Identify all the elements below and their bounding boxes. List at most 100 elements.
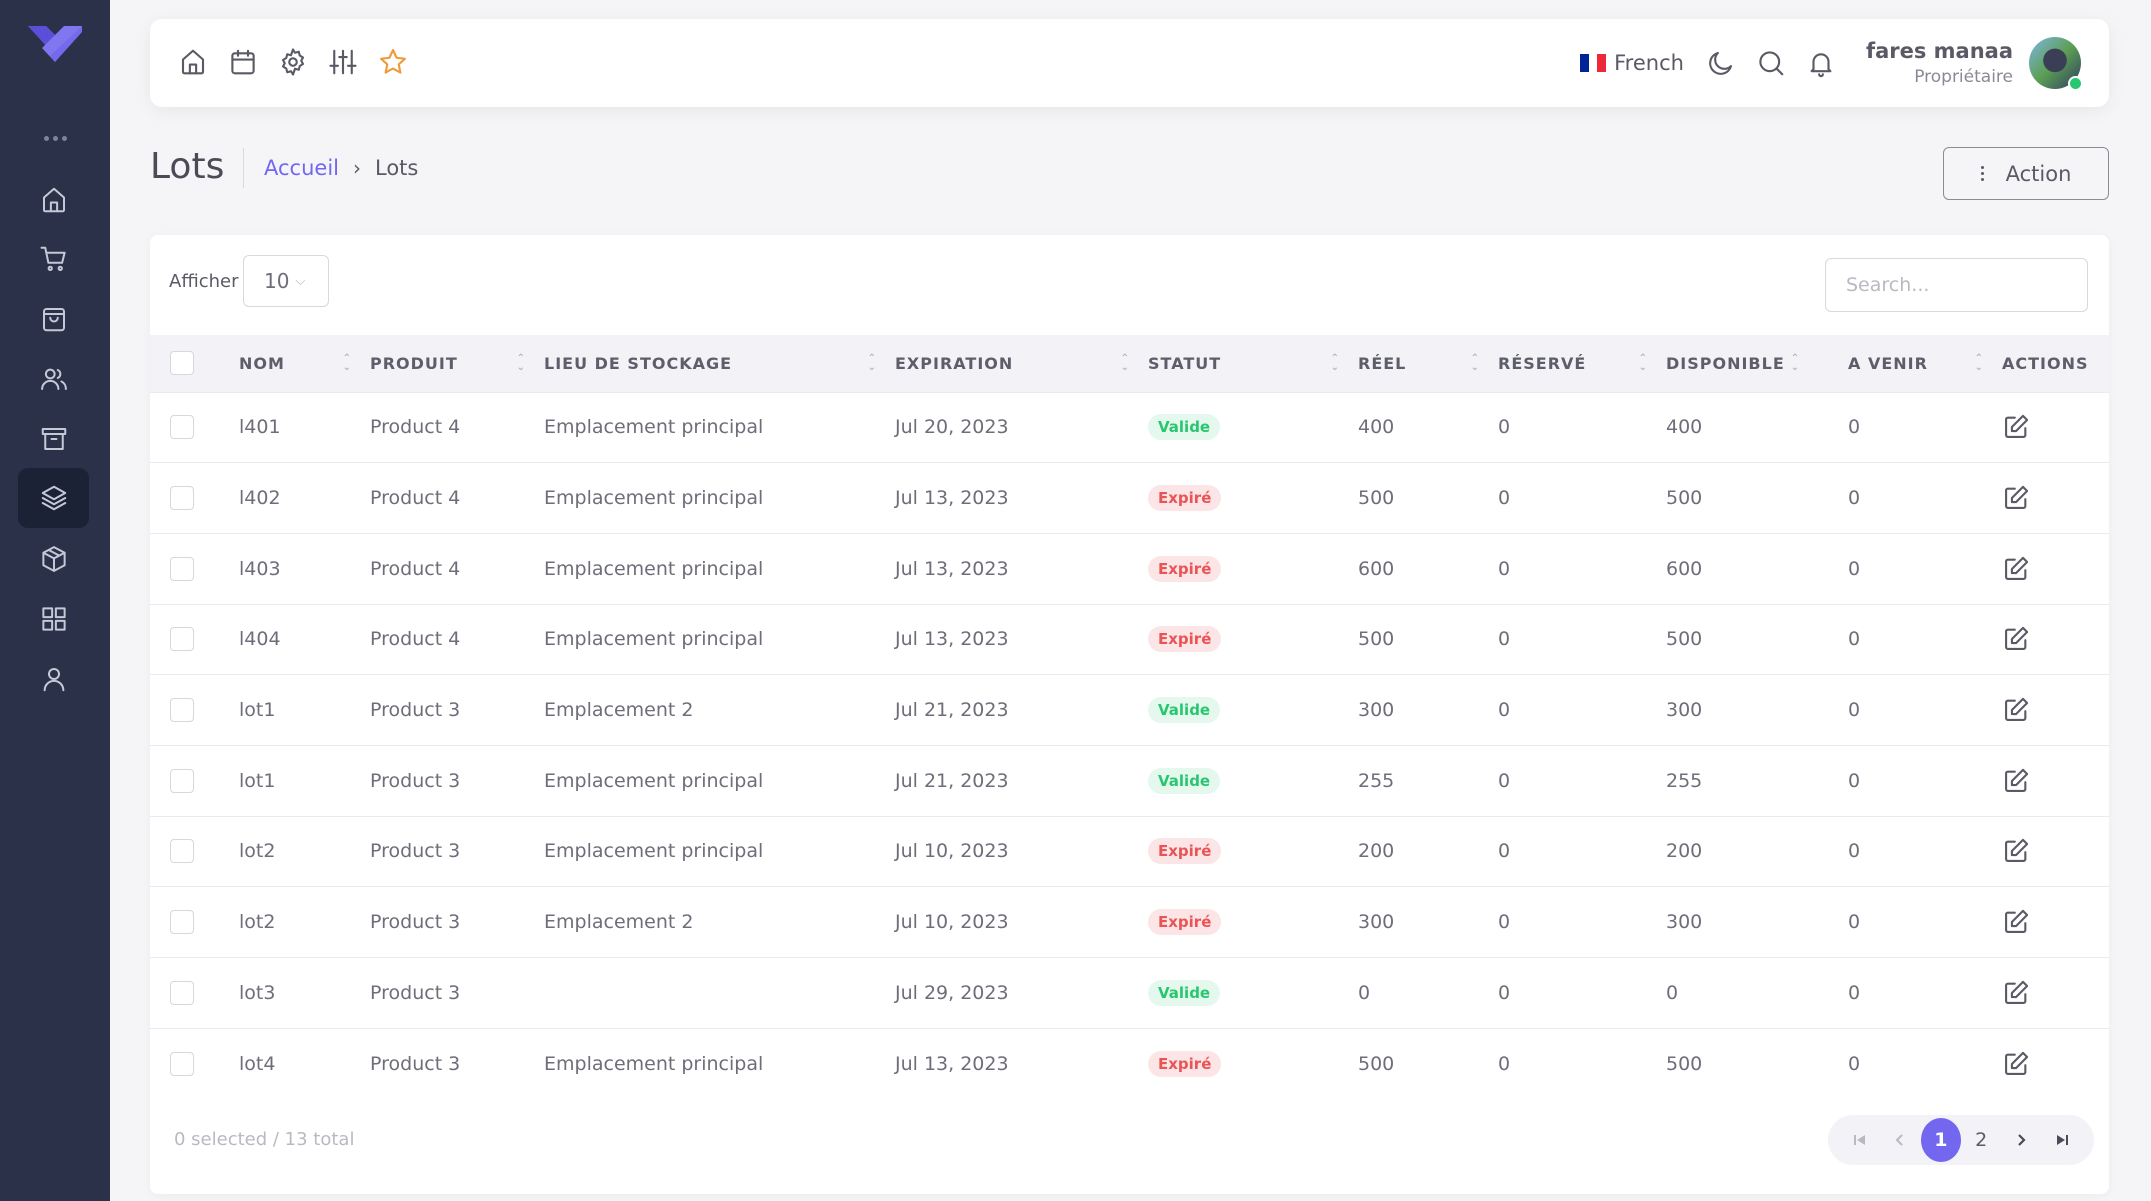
cell-produit: Product 4 [370, 463, 544, 534]
sidebar-item-shopping-bag[interactable] [18, 289, 89, 349]
sidebar-item-users[interactable] [18, 349, 89, 409]
edit-icon[interactable] [2002, 413, 2030, 441]
sidebar-item-home[interactable] [18, 170, 89, 230]
sort-icon[interactable]: ⌃ ⌄ [1121, 354, 1130, 373]
column-header-lieu[interactable]: LIEU DE STOCKAGE ⌃ ⌄ [544, 335, 895, 392]
row-checkbox[interactable] [170, 698, 194, 723]
column-header-expiration[interactable]: EXPIRATION ⌃ ⌄ [895, 335, 1148, 392]
expiration-value: Jul 13, 2023 [895, 557, 1009, 580]
edit-icon[interactable] [2002, 484, 2030, 512]
edit-icon[interactable] [2002, 767, 2030, 795]
cell-statut: Expiré [1148, 887, 1358, 958]
column-header-produit[interactable]: PRODUIT ⌃ ⌄ [370, 335, 544, 392]
cell-avenir: 0 [1848, 675, 2002, 746]
column-header-reel[interactable]: RÉEL ⌃ ⌄ [1358, 335, 1498, 392]
edit-icon[interactable] [2002, 979, 2030, 1007]
avatar[interactable] [2029, 37, 2083, 91]
edit-icon[interactable] [2002, 837, 2030, 865]
sidebar-item-lots[interactable] [18, 468, 89, 528]
shortcut-calendar[interactable] [228, 47, 258, 77]
edit-icon[interactable] [2002, 625, 2030, 653]
next-page-button[interactable] [2001, 1118, 2041, 1162]
row-checkbox[interactable] [170, 768, 194, 793]
search-button[interactable] [1756, 48, 1786, 78]
sidebar-item-user[interactable] [18, 649, 89, 709]
first-page-button[interactable] [1840, 1118, 1880, 1162]
edit-icon[interactable] [2002, 696, 2030, 724]
action-button[interactable]: Action [1943, 147, 2109, 200]
last-page-button[interactable] [2042, 1118, 2082, 1162]
reserve-value: 0 [1498, 557, 1511, 580]
cell-statut: Expiré [1148, 533, 1358, 604]
status-badge: Expiré [1148, 626, 1222, 653]
disponible-value: 500 [1666, 487, 1703, 510]
cell-statut: Valide [1148, 745, 1358, 816]
breadcrumb-current: Lots [375, 156, 419, 180]
sort-icon[interactable]: ⌃ ⌄ [343, 354, 352, 373]
shopping-bag-icon [42, 308, 65, 332]
produit-value: Product 4 [370, 628, 461, 651]
cell-produit: Product 4 [370, 604, 544, 675]
column-header-nom[interactable]: NOM ⌃ ⌄ [239, 335, 370, 392]
app-logo[interactable] [28, 26, 82, 62]
column-header-statut[interactable]: STATUT ⌃ ⌄ [1148, 335, 1358, 392]
breadcrumb-home-link[interactable]: Accueil [264, 156, 339, 180]
sidebar-item-archive[interactable] [18, 409, 89, 469]
language-dropdown[interactable]: French [1580, 51, 1684, 75]
row-checkbox[interactable] [170, 627, 194, 652]
sort-icon[interactable]: ⌃ ⌄ [868, 354, 877, 373]
user-role: Propriétaire [1914, 67, 2013, 87]
column-header-a-venir[interactable]: A VENIR ⌃ ⌄ [1848, 335, 2002, 392]
search-input[interactable] [1825, 258, 2088, 312]
row-checkbox[interactable] [170, 839, 194, 864]
user-info[interactable]: fares manaa Propriétaire [1866, 39, 2013, 87]
sort-icon[interactable]: ⌃ ⌄ [1471, 354, 1480, 373]
sort-icon[interactable]: ⌃ ⌄ [1791, 354, 1800, 373]
sort-icon[interactable]: ⌃ ⌄ [1331, 354, 1340, 373]
sidebar-item-cart[interactable] [18, 229, 89, 289]
shortcut-settings[interactable] [278, 47, 308, 77]
column-header-disponible[interactable]: DISPONIBLE ⌃ ⌄ [1666, 335, 1848, 392]
lieu-value: Emplacement principal [544, 1052, 764, 1075]
sort-icon[interactable]: ⌃ ⌄ [517, 354, 526, 373]
prev-page-button[interactable] [1880, 1118, 1920, 1162]
produit-value: Product 3 [370, 840, 461, 863]
cell-disponible: 300 [1666, 887, 1848, 958]
sort-icon[interactable]: ⌃ ⌄ [1975, 354, 1984, 373]
cell-statut: Expiré [1148, 816, 1358, 887]
lots-table: NOM ⌃ ⌄ PRODUIT ⌃ ⌄ LIEU DE STOCKAGE ⌃ ⌄ EXPIR… [150, 335, 2109, 1099]
dark-mode-toggle[interactable] [1706, 48, 1736, 78]
sidebar-item-products[interactable] [18, 529, 89, 589]
page-button-2[interactable]: 2 [1961, 1118, 2001, 1162]
page-button-1[interactable]: 1 [1920, 1118, 1961, 1162]
sort-icon[interactable]: ⌃ ⌄ [1639, 354, 1648, 373]
edit-icon[interactable] [2002, 908, 2030, 936]
disponible-value: 500 [1666, 1052, 1703, 1075]
notifications-button[interactable] [1806, 48, 1836, 78]
more-dots-icon[interactable] [44, 136, 67, 141]
row-checkbox[interactable] [170, 556, 194, 581]
sidebar-item-grid[interactable] [18, 589, 89, 649]
select-all-checkbox[interactable] [170, 351, 194, 376]
shortcut-favorites[interactable] [378, 47, 408, 77]
row-checkbox[interactable] [170, 910, 194, 935]
cell-actions [2002, 392, 2109, 463]
row-checkbox[interactable] [170, 486, 194, 511]
shortcut-home[interactable] [178, 47, 208, 77]
edit-icon[interactable] [2002, 1050, 2030, 1078]
page-size-select[interactable]: 10 ⌵ [243, 255, 329, 307]
row-checkbox[interactable] [170, 415, 194, 440]
column-header-reserve[interactable]: RÉSERVÉ ⌃ ⌄ [1498, 335, 1666, 392]
edit-icon[interactable] [2002, 555, 2030, 583]
lieu-value: Emplacement principal [544, 557, 764, 580]
row-checkbox[interactable] [170, 1051, 194, 1076]
cell-reserve: 0 [1498, 745, 1666, 816]
shortcut-sliders[interactable] [328, 47, 358, 77]
cell-actions [2002, 604, 2109, 675]
cell-avenir: 0 [1848, 1028, 2002, 1099]
row-checkbox[interactable] [170, 980, 194, 1005]
avenir-value: 0 [1848, 769, 1861, 792]
cell-disponible: 300 [1666, 675, 1848, 746]
reel-value: 500 [1358, 628, 1395, 651]
reel-value: 300 [1358, 911, 1395, 934]
